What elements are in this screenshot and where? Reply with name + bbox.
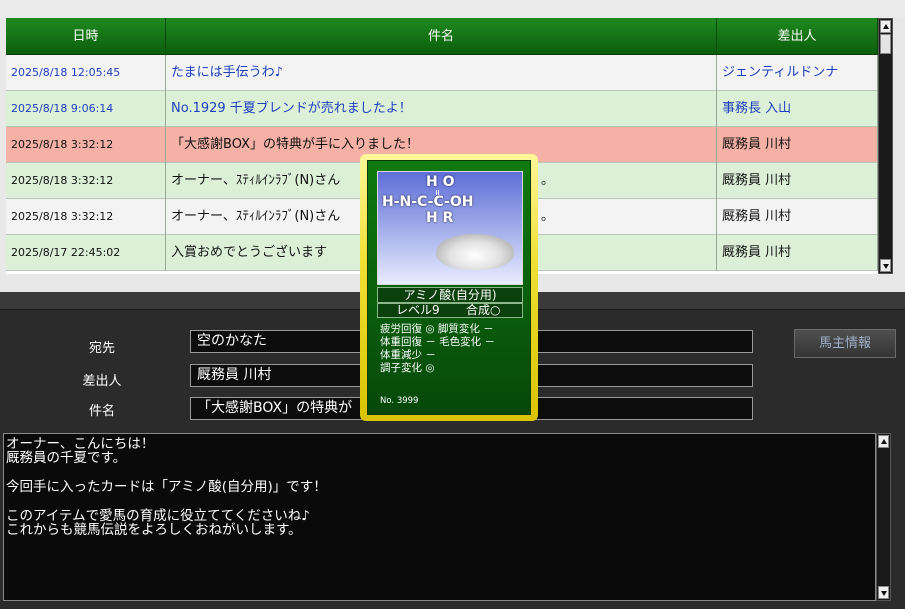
card-image-amino-acid: H O H-N-C-C-OH H R xyxy=(377,171,523,285)
row-sender: ジェンティルドンナ xyxy=(717,55,878,91)
card-stat-line: 体重回復 － 毛色変化 － xyxy=(380,336,496,348)
formula-top: H O xyxy=(426,174,455,190)
row-subject-tail: 。 xyxy=(541,173,555,188)
row-date: 2025/8/18 3:32:12 xyxy=(6,163,166,199)
card-number: No. 3999 xyxy=(380,396,419,406)
from-label: 差出人 xyxy=(82,374,122,389)
body-line xyxy=(6,465,875,480)
scroll-down-icon[interactable] xyxy=(880,259,891,272)
row-sender: 事務長 入山 xyxy=(717,91,878,127)
table-header: 日時 件名 差出人 xyxy=(6,18,878,55)
card-frame: H O H-N-C-C-OH H R アミノ酸(自分用) レベル9 合成○ 疲労… xyxy=(367,160,531,415)
horse-owner-info-button[interactable]: 馬主情報 xyxy=(794,329,896,358)
row-subject-text: オーナー、ｽﾃｨﾙｲﾝﾗﾌﾞ(N)さん xyxy=(171,209,341,224)
scroll-up-icon[interactable] xyxy=(878,435,889,448)
formula-middle: H-N-C-C-OH xyxy=(382,194,474,210)
powder-icon xyxy=(436,234,514,270)
top-strip xyxy=(0,0,905,18)
card-stat-line: 疲労回復 ◎ 脚質変化 － xyxy=(380,323,494,335)
card-level-row: レベル9 合成○ xyxy=(377,303,523,318)
row-subject-text: オーナー、ｽﾃｨﾙｲﾝﾗﾌﾞ(N)さん xyxy=(171,173,341,188)
body-line: 厩務員の千夏です。 xyxy=(6,450,127,466)
body-line: このアイテムで愛馬の育成に役立ててくださいね♪ xyxy=(6,508,310,524)
card-stat-line: 調子変化 ◎ xyxy=(380,362,435,374)
column-header-date[interactable]: 日時 xyxy=(6,18,166,55)
row-sender: 厩務員 川村 xyxy=(717,163,878,199)
to-label: 宛先 xyxy=(88,341,115,356)
row-date: 2025/8/18 9:06:14 xyxy=(6,91,166,127)
formula-bottom: H R xyxy=(426,210,454,226)
row-sender: 厩務員 川村 xyxy=(717,199,878,235)
row-date: 2025/8/17 22:45:02 xyxy=(6,235,166,271)
list-scrollbar[interactable] xyxy=(878,18,893,274)
card-stats: 疲労回復 ◎ 脚質変化 － 体重回復 － 毛色変化 － 体重減少 － 調子変化 … xyxy=(380,323,528,375)
item-card-popup: H O H-N-C-C-OH H R アミノ酸(自分用) レベル9 合成○ 疲労… xyxy=(360,154,538,421)
column-header-sender[interactable]: 差出人 xyxy=(717,18,878,55)
row-date: 2025/8/18 3:32:12 xyxy=(6,127,166,163)
scroll-up-icon[interactable] xyxy=(880,20,891,33)
row-subject-tail: 。 xyxy=(541,209,555,224)
card-level: レベル9 xyxy=(396,303,440,317)
body-line: オーナー、こんにちは！ xyxy=(6,436,155,452)
row-sender: 厩務員 川村 xyxy=(717,235,878,271)
body-line: これからも競馬伝説をよろしくおねがいします。 xyxy=(6,522,302,538)
table-row[interactable]: 2025/8/18 9:06:14 No.1929 千夏ブレンドが売れましたよ！… xyxy=(6,91,878,127)
row-date: 2025/8/18 3:32:12 xyxy=(6,199,166,235)
card-synthesis: 合成○ xyxy=(466,303,501,317)
card-stat-line: 体重減少 － xyxy=(380,349,436,361)
body-line xyxy=(6,494,875,509)
subject-label: 件名 xyxy=(88,404,115,419)
body-line: 今回手に入ったカードは「アミノ酸(自分用)」です！ xyxy=(6,479,327,495)
body-scrollbar[interactable] xyxy=(876,433,891,601)
row-sender: 厩務員 川村 xyxy=(717,127,878,163)
table-row[interactable]: 2025/8/18 12:05:45 たまには手伝うわ♪ ジェンティルドンナ xyxy=(6,55,878,91)
card-name: アミノ酸(自分用) xyxy=(377,287,523,303)
row-subject: No.1929 千夏ブレンドが売れましたよ！ xyxy=(166,91,717,127)
column-header-subject[interactable]: 件名 xyxy=(166,18,717,55)
row-subject: たまには手伝うわ♪ xyxy=(166,55,717,91)
scroll-thumb[interactable] xyxy=(880,34,891,54)
row-date: 2025/8/18 12:05:45 xyxy=(6,55,166,91)
scroll-down-icon[interactable] xyxy=(878,586,889,599)
message-body[interactable]: オーナー、こんにちは！ 厩務員の千夏です。 今回手に入ったカードは「アミノ酸(自… xyxy=(3,433,876,601)
